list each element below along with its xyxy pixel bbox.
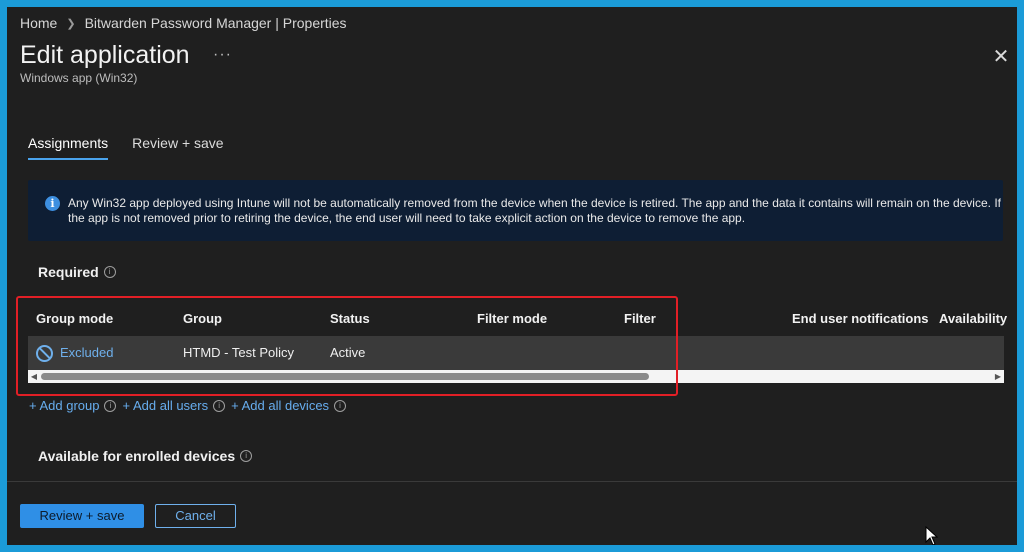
add-group-link[interactable]: + Add group i [29, 398, 117, 413]
col-group-mode[interactable]: Group mode [36, 302, 113, 336]
breadcrumb: Home ❯ Bitwarden Password Manager | Prop… [20, 15, 347, 31]
tab-assignments[interactable]: Assignments [28, 135, 109, 160]
group-mode-cell[interactable]: Excluded [36, 336, 113, 370]
info-banner: i Any Win32 app deployed using Intune wi… [28, 180, 1003, 241]
breadcrumb-current[interactable]: Bitwarden Password Manager | Properties [85, 15, 347, 31]
chevron-right-icon: ❯ [66, 17, 76, 30]
col-filter[interactable]: Filter [624, 302, 656, 336]
group-cell: HTMD - Test Policy [183, 345, 294, 360]
info-circle-icon[interactable]: i [103, 266, 116, 278]
edit-application-blade: Home ❯ Bitwarden Password Manager | Prop… [7, 7, 1017, 545]
info-circle-icon[interactable]: i [240, 450, 253, 462]
col-end-user-notifications[interactable]: End user notifications [792, 302, 929, 336]
info-circle-icon[interactable]: i [334, 399, 347, 412]
required-heading-label: Required [38, 264, 99, 280]
page-subtitle: Windows app (Win32) [20, 71, 138, 85]
table-row[interactable]: Excluded HTMD - Test Policy Active [28, 336, 1004, 370]
table-header: Group mode Group Status Filter mode Filt… [28, 302, 1007, 336]
info-icon: i [45, 196, 60, 211]
scroll-left-icon[interactable]: ◀ [29, 371, 39, 382]
add-assignment-links: + Add group i + Add all users i + Add all … [29, 398, 347, 413]
col-filter-mode[interactable]: Filter mode [477, 302, 547, 336]
info-circle-icon[interactable]: i [104, 399, 117, 412]
required-heading: Required i [38, 264, 116, 280]
more-options-icon[interactable]: ··· [213, 46, 232, 64]
info-banner-line1: Any Win32 app deployed using Intune will… [68, 196, 991, 210]
review-save-button[interactable]: Review + save [20, 504, 144, 528]
add-all-users-link[interactable]: + Add all users i [122, 398, 226, 413]
excluded-icon [36, 344, 53, 362]
scrollbar-thumb[interactable] [41, 373, 649, 380]
cancel-button[interactable]: Cancel [155, 504, 236, 528]
add-all-users-label[interactable]: + Add all users [122, 398, 208, 413]
mouse-cursor-icon [925, 526, 939, 545]
breadcrumb-home[interactable]: Home [20, 15, 57, 31]
page-title: Edit application [20, 41, 190, 69]
required-assignments-table: Group mode Group Status Filter mode Filt… [28, 302, 1007, 383]
add-group-label[interactable]: + Add group [29, 398, 99, 413]
available-enrolled-heading: Available for enrolled devices i [38, 448, 253, 464]
add-all-devices-label[interactable]: + Add all devices [231, 398, 329, 413]
close-icon[interactable]: ✕ [989, 45, 1013, 69]
available-enrolled-label: Available for enrolled devices [38, 448, 236, 464]
status-cell: Active [330, 345, 366, 360]
footer-bar: Review + save Cancel [7, 481, 1017, 545]
group-mode-value[interactable]: Excluded [60, 336, 113, 370]
info-circle-icon[interactable]: i [213, 399, 226, 412]
col-status[interactable]: Status [330, 302, 370, 336]
scroll-right-icon[interactable]: ▶ [993, 371, 1003, 382]
col-group[interactable]: Group [183, 302, 222, 336]
info-banner-text: Any Win32 app deployed using Intune will… [68, 196, 1003, 226]
tab-review-save[interactable]: Review + save [132, 135, 223, 160]
col-availability[interactable]: Availability [939, 302, 1007, 336]
horizontal-scrollbar[interactable]: ◀ ▶ [28, 370, 1004, 383]
tab-bar: Assignments Review + save [28, 135, 224, 160]
add-all-devices-link[interactable]: + Add all devices i [231, 398, 347, 413]
